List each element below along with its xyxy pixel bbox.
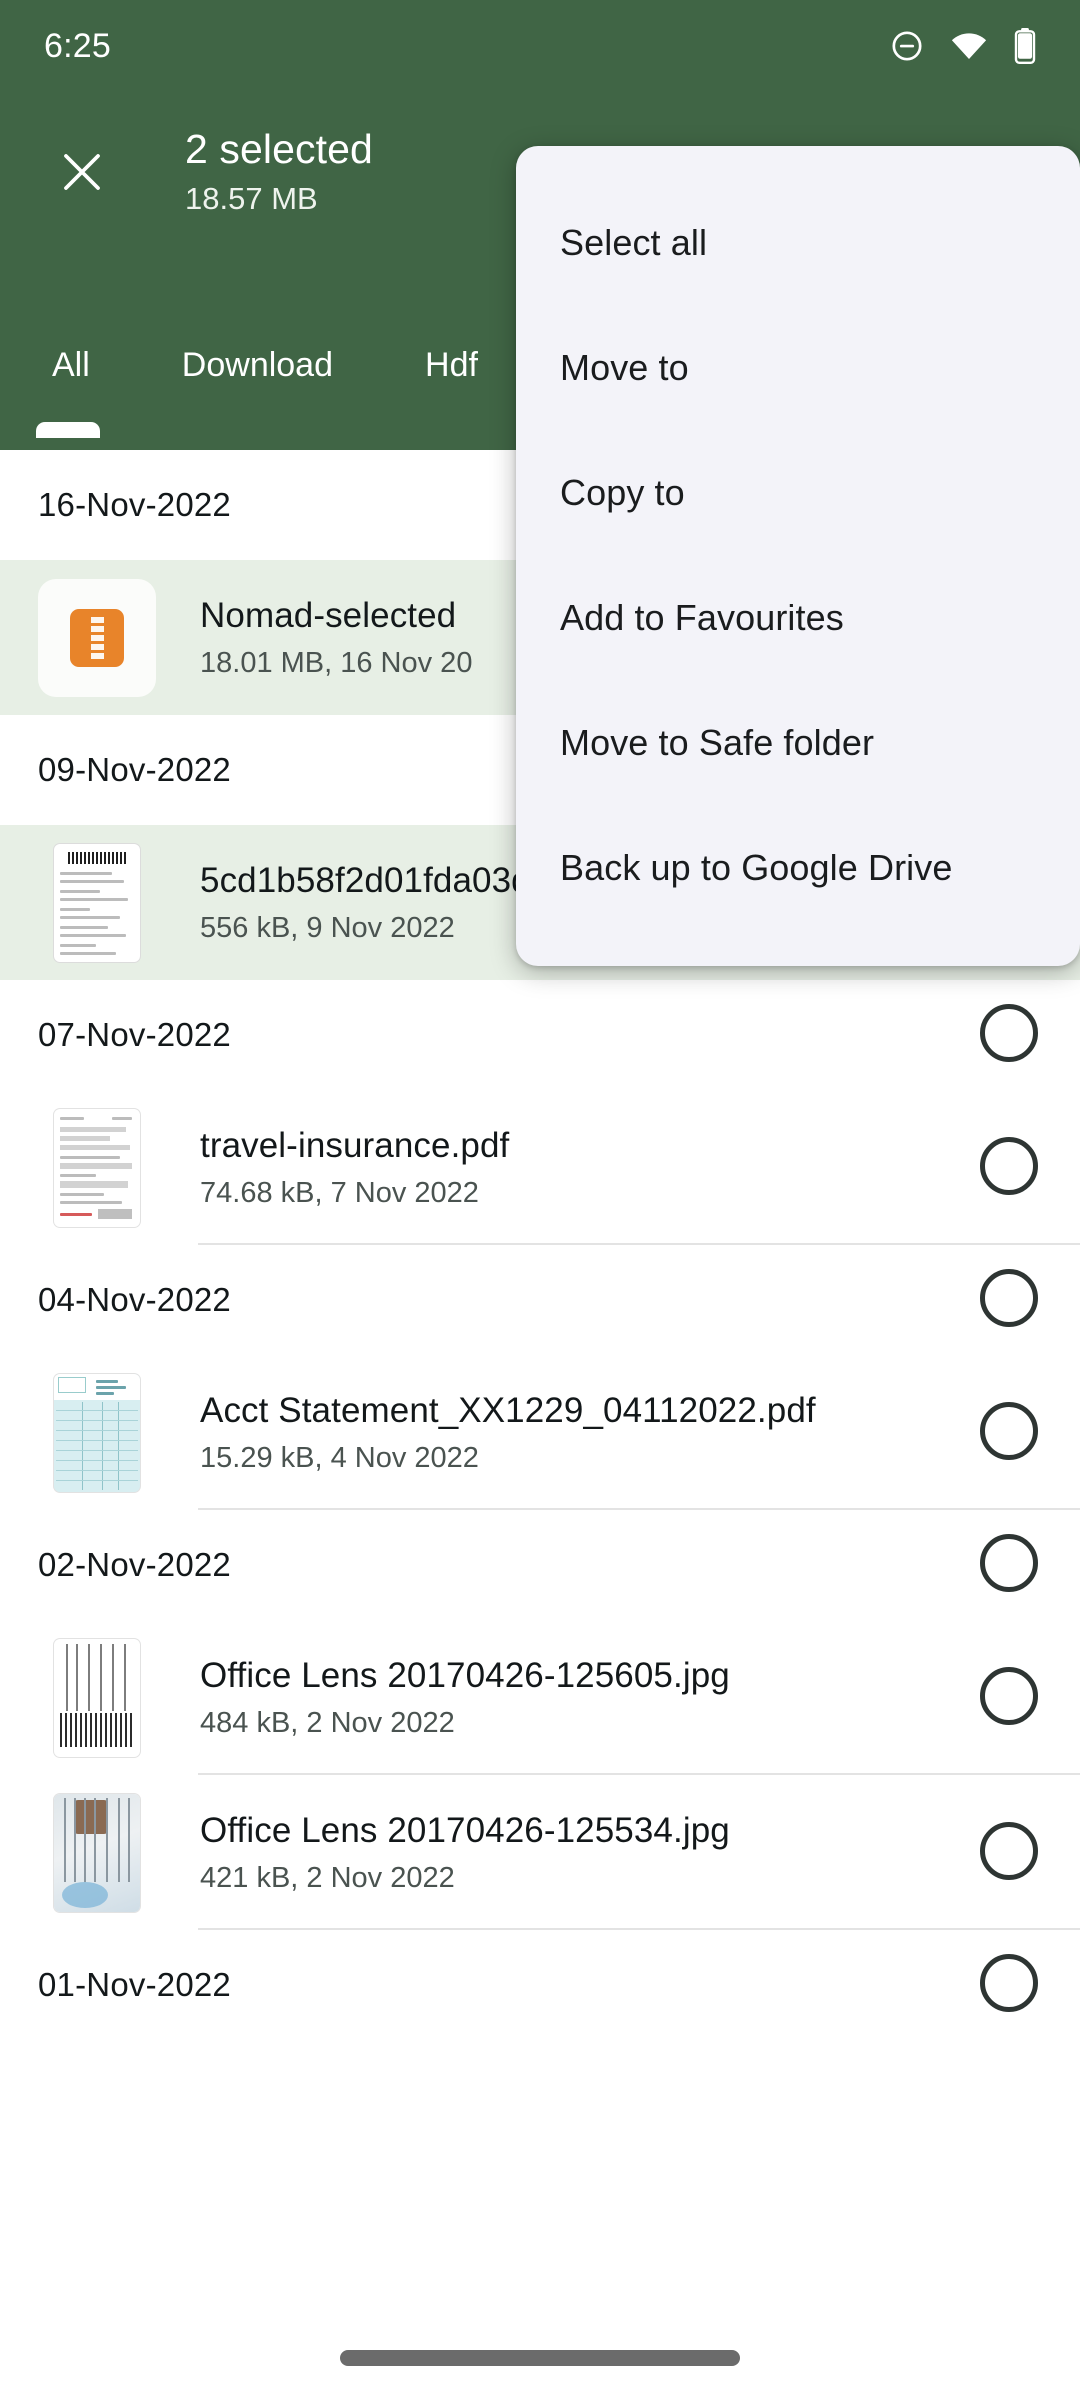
file-subtitle: 421 kB, 2 Nov 2022 xyxy=(200,1861,455,1894)
menu-item-add-to-favourites[interactable]: Add to Favourites xyxy=(516,555,1080,680)
menu-item-back-up-to-google-drive[interactable]: Back up to Google Drive xyxy=(516,805,1080,930)
file-thumbnail xyxy=(32,1103,162,1233)
status-bar-icons xyxy=(890,28,1036,64)
file-subtitle: 74.68 kB, 7 Nov 2022 xyxy=(200,1176,479,1209)
date-header-label: 02-Nov-2022 xyxy=(38,1546,231,1583)
phone-screen: 6:25 2 selected 18.57 MB All Download Hd… xyxy=(0,0,1080,2400)
photo-ticket-thumbnail xyxy=(54,1638,140,1757)
date-header-label: 09-Nov-2022 xyxy=(38,751,231,788)
document-form-thumbnail xyxy=(54,1108,140,1227)
file-name: Acct Statement_XX1229_04112022.pdf xyxy=(200,1390,816,1430)
battery-icon xyxy=(1014,28,1036,64)
file-info: Acct Statement_XX1229_04112022.pdf 15.29… xyxy=(200,1388,900,1478)
date-header-label: 16-Nov-2022 xyxy=(38,486,231,523)
tab-hdf-label: Hdf xyxy=(425,345,478,384)
date-group-checkbox[interactable] xyxy=(980,1954,1042,2016)
file-checkbox-unchecked[interactable] xyxy=(980,1136,1042,1199)
selected-count-label: 2 selected xyxy=(185,126,373,172)
wifi-icon xyxy=(950,31,988,61)
status-bar: 6:25 xyxy=(0,0,1080,92)
file-row[interactable]: travel-insurance.pdf 74.68 kB, 7 Nov 202… xyxy=(0,1090,1080,1245)
tab-download[interactable]: Download xyxy=(136,320,379,410)
close-icon xyxy=(56,146,108,203)
file-name: Office Lens 20170426-125605.jpg xyxy=(200,1655,730,1695)
file-info: Office Lens 20170426-125605.jpg 484 kB, … xyxy=(200,1653,900,1743)
file-row[interactable]: Office Lens 20170426-125605.jpg 484 kB, … xyxy=(0,1620,1080,1775)
date-header-label: 01-Nov-2022 xyxy=(38,1966,231,2003)
do-not-disturb-icon xyxy=(890,29,924,63)
zip-archive-icon xyxy=(38,578,156,697)
tab-all-label: All xyxy=(52,345,90,384)
home-indicator[interactable] xyxy=(340,2350,740,2366)
file-checkbox-unchecked[interactable] xyxy=(980,1821,1042,1884)
file-thumbnail xyxy=(32,573,162,703)
file-subtitle: 15.29 kB, 4 Nov 2022 xyxy=(200,1441,479,1474)
file-row[interactable]: Acct Statement_XX1229_04112022.pdf 15.29… xyxy=(0,1355,1080,1510)
date-header-label: 07-Nov-2022 xyxy=(38,1016,231,1053)
file-thumbnail xyxy=(32,1633,162,1763)
document-table-thumbnail xyxy=(54,1373,140,1492)
status-bar-clock: 6:25 xyxy=(44,26,111,65)
close-selection-button[interactable] xyxy=(42,134,122,214)
tab-hdf[interactable]: Hdf xyxy=(379,320,524,410)
file-info: Office Lens 20170426-125534.jpg 421 kB, … xyxy=(200,1808,900,1898)
date-header-row: 01-Nov-2022 xyxy=(0,1930,1080,2040)
file-name: travel-insurance.pdf xyxy=(200,1125,510,1165)
date-group-checkbox[interactable] xyxy=(980,1004,1042,1066)
date-header-row: 04-Nov-2022 xyxy=(0,1245,1080,1355)
selection-summary: 2 selected 18.57 MB xyxy=(185,122,373,220)
file-subtitle: 484 kB, 2 Nov 2022 xyxy=(200,1706,455,1739)
date-header-row: 07-Nov-2022 xyxy=(0,980,1080,1090)
date-header-row: 02-Nov-2022 xyxy=(0,1510,1080,1620)
file-thumbnail xyxy=(32,1368,162,1498)
date-group-checkbox[interactable] xyxy=(980,1269,1042,1331)
date-group-checkbox[interactable] xyxy=(980,1534,1042,1596)
selected-size-label: 18.57 MB xyxy=(185,181,318,216)
file-checkbox-unchecked[interactable] xyxy=(980,1401,1042,1464)
file-name: Office Lens 20170426-125534.jpg xyxy=(200,1810,730,1850)
menu-item-copy-to[interactable]: Copy to xyxy=(516,430,1080,555)
file-thumbnail xyxy=(32,838,162,968)
menu-item-move-to-safe-folder[interactable]: Move to Safe folder xyxy=(516,680,1080,805)
file-thumbnail xyxy=(32,1788,162,1918)
tab-download-label: Download xyxy=(181,345,334,384)
file-info: travel-insurance.pdf 74.68 kB, 7 Nov 202… xyxy=(200,1123,900,1213)
tab-active-indicator xyxy=(35,422,100,438)
file-checkbox-unchecked[interactable] xyxy=(980,1666,1042,1729)
tab-all[interactable]: All xyxy=(0,320,136,438)
menu-item-select-all[interactable]: Select all xyxy=(516,180,1080,305)
overflow-menu[interactable]: Select all Move to Copy to Add to Favour… xyxy=(516,146,1080,966)
document-barcode-thumbnail xyxy=(54,843,140,962)
date-header-label: 04-Nov-2022 xyxy=(38,1281,231,1318)
menu-item-move-to[interactable]: Move to xyxy=(516,305,1080,430)
file-row[interactable]: Office Lens 20170426-125534.jpg 421 kB, … xyxy=(0,1775,1080,1930)
photo-idcard-thumbnail xyxy=(54,1793,140,1912)
